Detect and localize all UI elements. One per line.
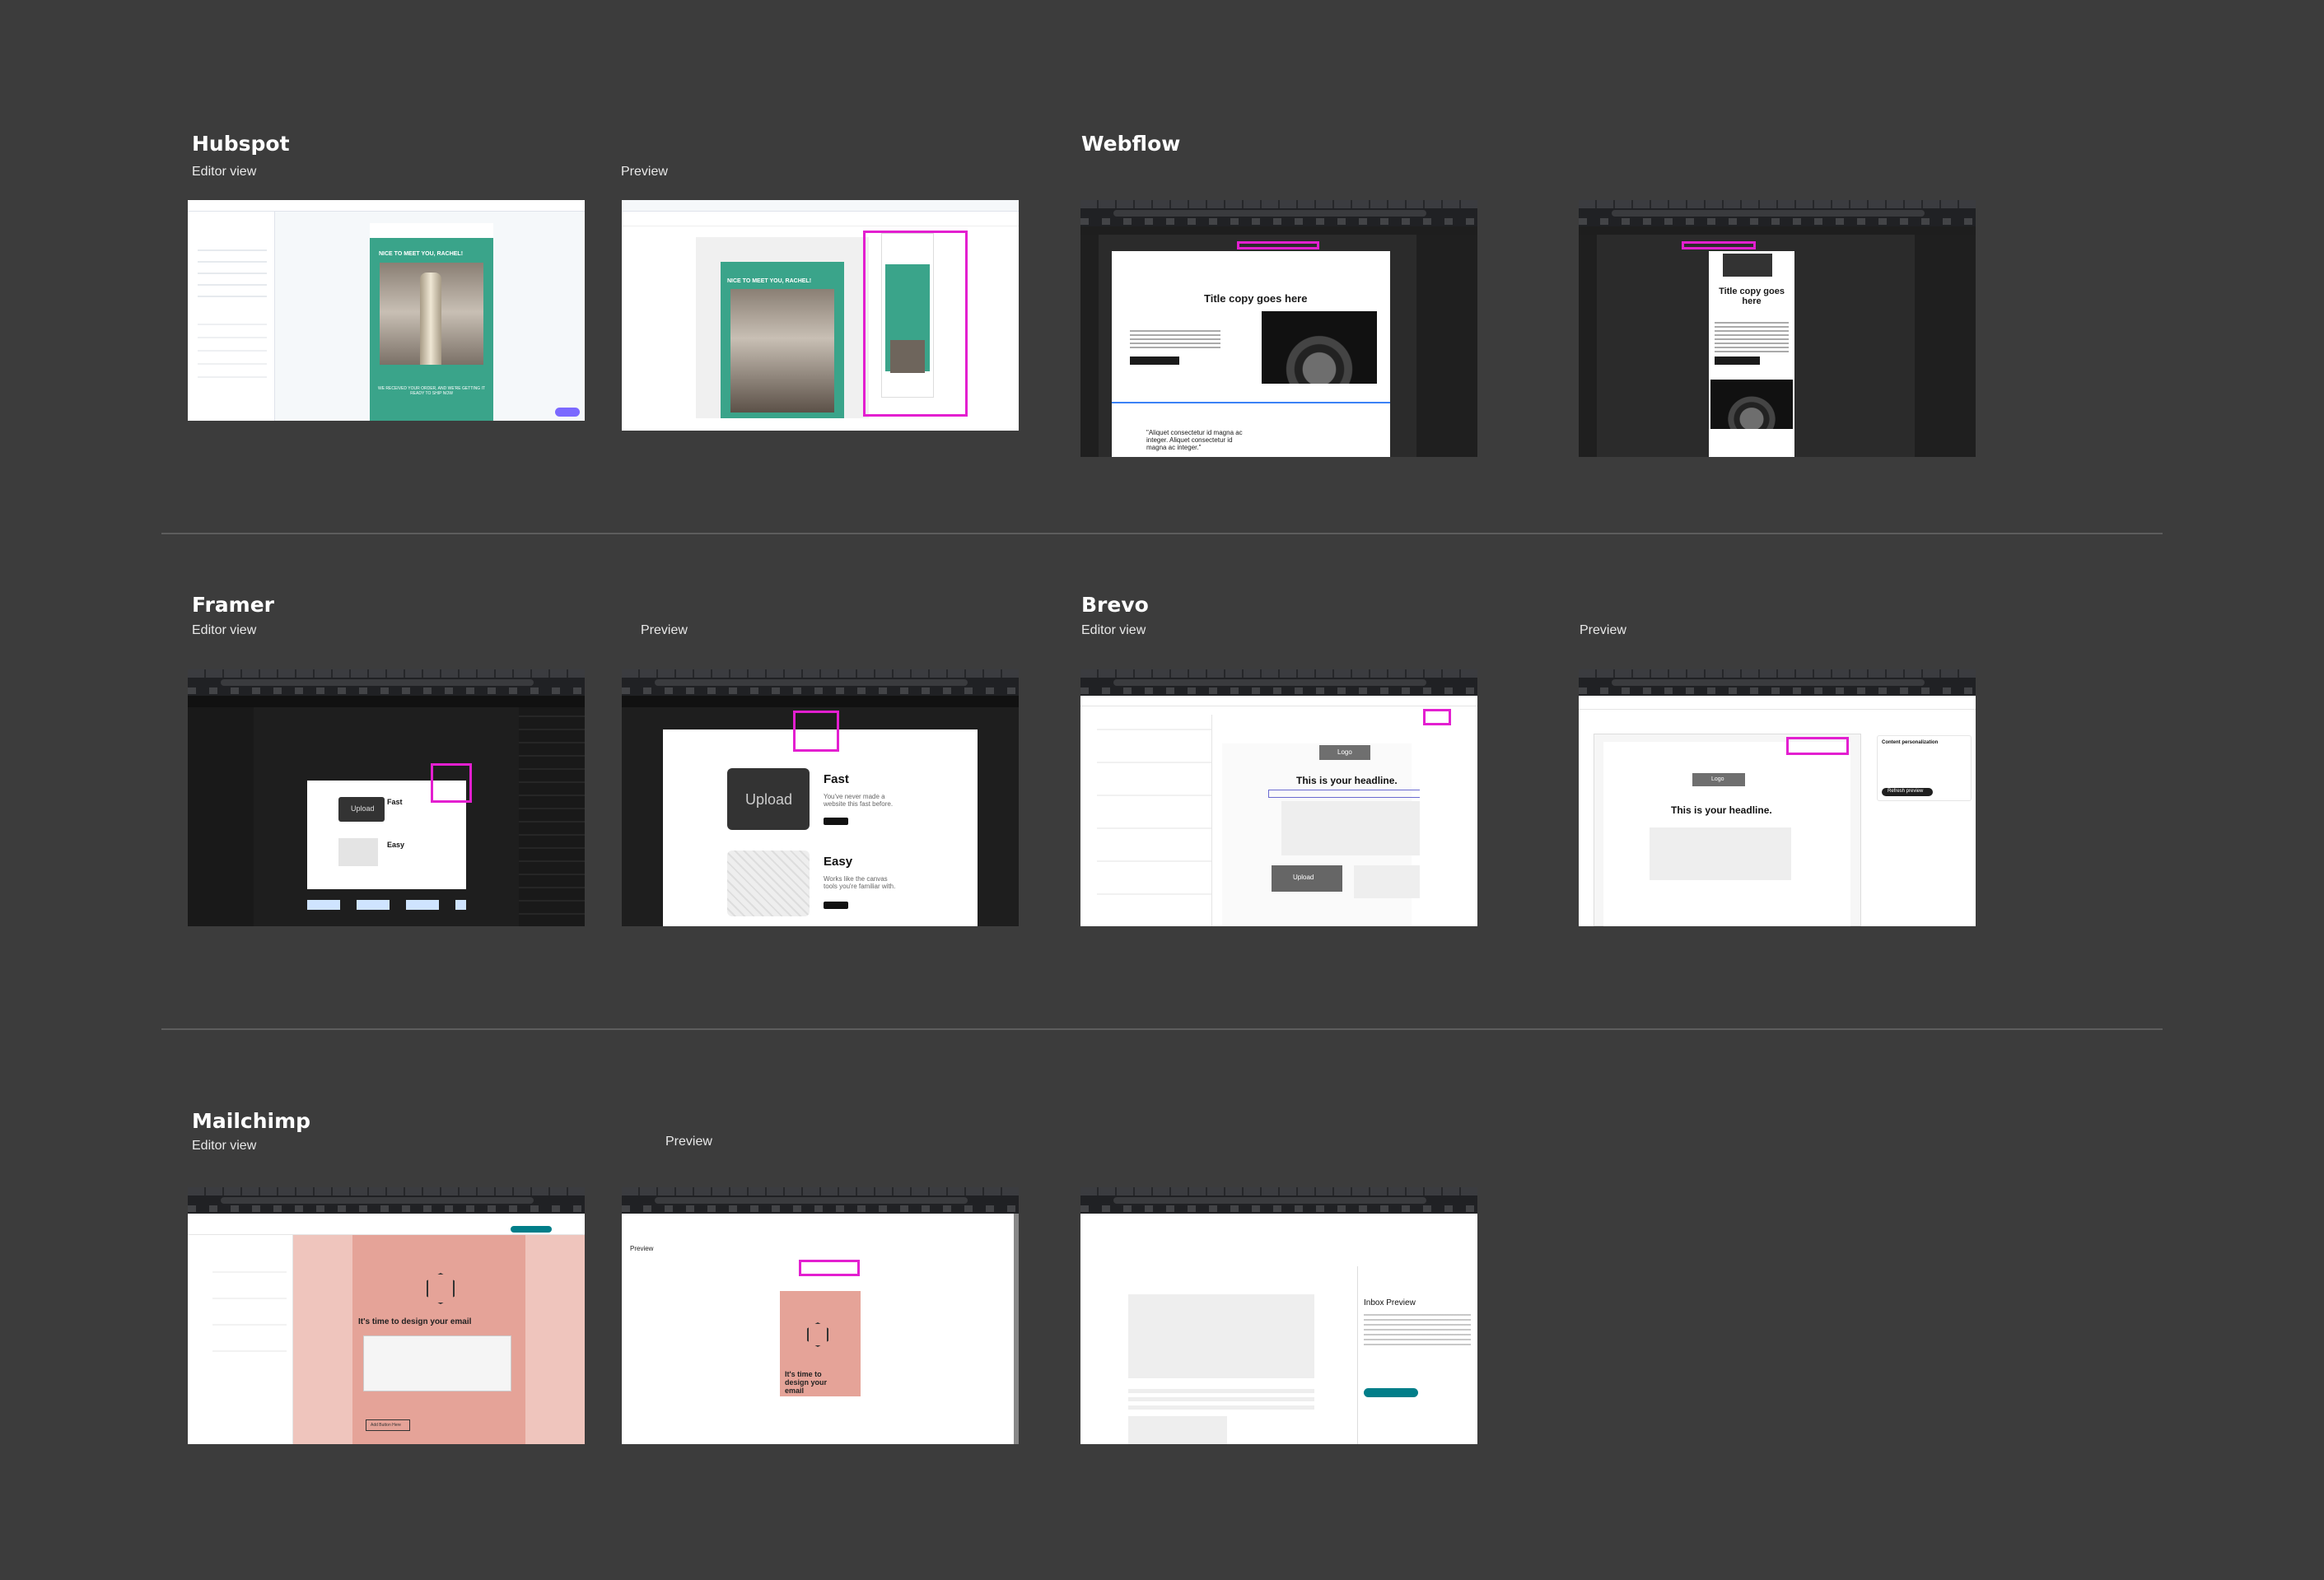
mailchimp-preview-screenshot[interactable]: Preview It's time to design your email xyxy=(622,1187,1019,1444)
brevo-editor-headline: This is your headline. xyxy=(1296,775,1398,786)
section-divider-1 xyxy=(161,533,2163,534)
webflow-desktop-screenshot[interactable]: Title copy goes here "Aliquet consectetu… xyxy=(1080,200,1477,457)
brevo-preview-logo: Logo xyxy=(1711,776,1724,782)
mailchimp-inbox-preview-title: Inbox Preview xyxy=(1364,1298,1416,1307)
webflow-mobile-breakpoint-highlight xyxy=(1682,241,1756,249)
framer-editor-label: Editor view xyxy=(192,623,257,637)
mailchimp-preview-title: Preview xyxy=(630,1245,654,1252)
hubspot-editor-label: Editor view xyxy=(192,165,257,179)
mailchimp-editor-label: Editor view xyxy=(192,1139,257,1153)
framer-preview-upload: Upload xyxy=(745,791,793,808)
section-divider-2 xyxy=(161,1028,2163,1030)
framer-preview-screenshot[interactable]: Upload Fast You've never made a website … xyxy=(622,669,1019,926)
framer-preview-breakpoint-highlight xyxy=(793,711,839,752)
mailchimp-inbox-preview-screenshot[interactable]: Inbox Preview xyxy=(1080,1187,1477,1444)
section-title-brevo: Brevo xyxy=(1081,593,1149,617)
brevo-editor-label: Editor view xyxy=(1081,623,1146,637)
mailchimp-editor-screenshot[interactable]: It's time to design your email Add Butto… xyxy=(188,1187,585,1444)
framer-editor-screenshot[interactable]: Upload Fast Easy xyxy=(188,669,585,926)
mailchimp-editor-cta[interactable]: Add Button Here xyxy=(371,1423,401,1428)
webflow-breakpoint-highlight xyxy=(1237,241,1319,249)
brevo-preview-headline: This is your headline. xyxy=(1671,804,1772,816)
mailchimp-device-toggle-highlight xyxy=(799,1260,860,1276)
section-title-mailchimp: Mailchimp xyxy=(192,1109,311,1133)
webflow-mobile-screenshot[interactable]: Title copy goes here xyxy=(1579,200,1976,457)
hubspot-email-footer: WE RECEIVED YOUR ORDER, AND WE'RE GETTIN… xyxy=(377,386,486,396)
hubspot-email-headline: NICE TO MEET YOU, RACHEL! xyxy=(379,251,464,257)
hubspot-preview-screenshot[interactable]: NICE TO MEET YOU, RACHEL! xyxy=(622,200,1019,431)
mailchimp-preview-label: Preview xyxy=(665,1135,712,1149)
framer-preview-card2-text: Works like the canvas tools you're famil… xyxy=(824,875,896,890)
webflow-quote: "Aliquet consectetur id magna ac integer… xyxy=(1146,429,1243,451)
brevo-editor-screenshot[interactable]: Logo This is your headline. Upload xyxy=(1080,669,1477,926)
framer-editor-card2-title: Easy xyxy=(387,841,405,849)
brevo-preview-screenshot[interactable]: Logo This is your headline. Content pers… xyxy=(1579,669,1976,926)
section-title-framer: Framer xyxy=(192,593,275,617)
mailchimp-editor-headline: It's time to design your email xyxy=(358,1317,472,1326)
framer-editor-card1-title: Fast xyxy=(387,798,403,806)
section-title-webflow: Webflow xyxy=(1081,132,1181,156)
hubspot-editor-screenshot[interactable]: NICE TO MEET YOU, RACHEL! WE RECEIVED YO… xyxy=(188,200,585,421)
section-title-hubspot: Hubspot xyxy=(192,132,290,156)
brevo-content-personalization: Content personalization xyxy=(1882,740,1939,745)
framer-preview-label: Preview xyxy=(641,623,688,637)
framer-editor-upload: Upload xyxy=(351,804,375,813)
hubspot-preview-label: Preview xyxy=(621,165,668,179)
framer-preview-card1-title: Fast xyxy=(824,772,849,786)
webflow-mobile-headline: Title copy goes here xyxy=(1719,287,1785,306)
brevo-editor-logo: Logo xyxy=(1337,748,1352,756)
framer-breakpoint-highlight xyxy=(431,763,472,803)
brevo-send-test-highlight xyxy=(1423,709,1451,725)
mailchimp-preview-headline: It's time to design your email xyxy=(785,1370,828,1395)
webflow-desktop-headline: Title copy goes here xyxy=(1204,292,1308,305)
framer-preview-card2-title: Easy xyxy=(824,855,853,869)
brevo-refresh-preview[interactable]: Refresh preview xyxy=(1888,789,1923,794)
hubspot-mobile-preview-highlight xyxy=(863,231,968,417)
brevo-preview-label: Preview xyxy=(1580,623,1626,637)
brevo-device-toggle-highlight xyxy=(1786,737,1849,755)
hubspot-preview-headline: NICE TO MEET YOU, RACHEL! xyxy=(727,278,812,284)
framer-preview-card1-text: You've never made a website this fast be… xyxy=(824,793,894,808)
brevo-editor-upload: Upload xyxy=(1293,874,1314,881)
